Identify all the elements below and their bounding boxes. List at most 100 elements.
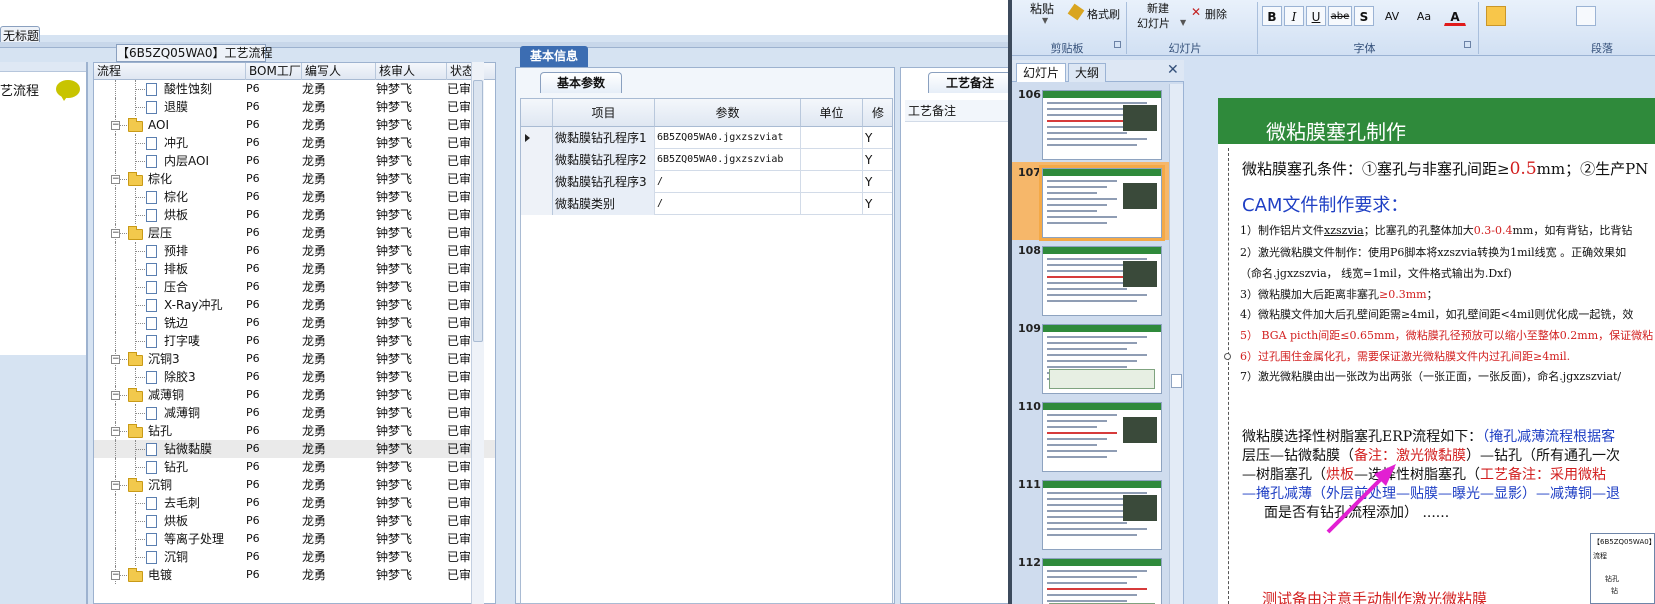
tree-node-label[interactable]: 去毛刺 [164,494,200,512]
expander-icon[interactable]: − [111,481,120,490]
param-cell[interactable]: 6B5ZQ05WA0.jgxzszviat [655,127,801,149]
format-painter-button[interactable]: 格式刷 [1087,6,1120,22]
tree-row[interactable]: X-Ray冲孔 P6 龙勇 钟梦飞 已审核 [94,296,495,314]
item-cell[interactable]: 微黏膜类别 [553,193,655,215]
modify-flag-cell[interactable]: Y [863,127,892,149]
tree-node-label[interactable]: 冲孔 [164,134,188,152]
column-header-item[interactable]: 项目 [553,99,655,127]
params-row[interactable]: 微黏膜钻孔程序3/ Y [521,171,892,193]
tree-vertical-scrollbar[interactable] [471,62,484,604]
delete-button[interactable]: 删除 [1205,6,1227,22]
tree-node-label[interactable]: 棕化 [164,188,188,206]
tree-node-label[interactable]: 沉铜3 [148,350,180,368]
justify-icon[interactable] [1554,6,1574,26]
tree-row[interactable]: 钻孔 P6 龙勇 钟梦飞 已审核 [94,458,495,476]
column-header-checker[interactable]: 核审人 [376,63,447,80]
tab-basic-info[interactable]: 基本信息 [520,46,588,67]
tree-row[interactable]: 去毛刺 P6 龙勇 钟梦飞 已审核 [94,494,495,512]
tree-row[interactable]: 沉铜 P6 龙勇 钟梦飞 已审核 [94,548,495,566]
tree-folder-row[interactable]: − 沉铜 P6 龙勇 钟梦飞 已审核 [94,476,495,494]
tree-node-label[interactable]: 沉铜 [148,476,172,494]
tree-row[interactable]: 棕化 P6 龙勇 钟梦飞 已审核 [94,188,495,206]
tree-row[interactable]: 排板 P6 龙勇 钟梦飞 已审核 [94,260,495,278]
tree-node-label[interactable]: 预排 [164,242,188,260]
unit-cell[interactable] [801,127,863,149]
params-row[interactable]: 微黏膜钻孔程序2 6B5ZQ05WA0.jgxzszviab Y [521,149,892,171]
item-cell[interactable]: 微黏膜钻孔程序1 [553,127,655,149]
process-tree-grid[interactable]: 流程 BOM工厂 编写人 核审人 状态 酸性蚀刻 P6 龙勇 钟梦飞 已审核 退膜 P6 龙勇… [93,62,496,604]
tree-row[interactable]: 除胶3 P6 龙勇 钟梦飞 已审核 [94,368,495,386]
columns-icon[interactable] [1602,6,1622,26]
expander-icon[interactable]: − [111,175,120,184]
tree-node-label[interactable]: 烘板 [164,512,188,530]
align-left-icon[interactable] [1486,6,1506,26]
expander-icon[interactable]: − [111,571,120,580]
column-header-flow[interactable]: 流程 [94,63,246,80]
row-header[interactable] [521,193,553,215]
modify-flag-cell[interactable]: Y [863,149,892,171]
tree-folder-row[interactable]: − 减薄铜 P6 龙勇 钟梦飞 已审核 [94,386,495,404]
tree-folder-row[interactable]: − 层压 P6 龙勇 钟梦飞 已审核 [94,224,495,242]
slide-thumbnail[interactable] [1042,90,1162,160]
tree-folder-row[interactable]: − 钻孔 P6 龙勇 钟梦飞 已审核 [94,422,495,440]
new-slide-label[interactable]: 幻灯片 [1137,15,1170,31]
tree-node-label[interactable]: 等离子处理 [164,530,224,548]
row-header[interactable] [521,149,553,171]
expander-icon[interactable]: − [111,121,120,130]
tree-node-label[interactable]: 酸性蚀刻 [164,80,212,98]
tree-node-label[interactable]: 钻孔 [148,422,172,440]
column-header-modify[interactable]: 修 [863,99,892,127]
slide-canvas[interactable]: 微粘膜塞孔制作 微粘膜塞孔条件：①塞孔与非塞孔间距≥0.5mm；②生产PN CA… [1218,98,1655,604]
expander-icon[interactable]: − [111,229,120,238]
italic-icon[interactable]: I [1284,6,1304,26]
column-header-param[interactable]: 参数 [655,99,801,127]
new-slide-dropdown-icon[interactable]: ▼ [1180,18,1186,27]
tree-row[interactable]: 钻微黏膜 P6 龙勇 钟梦飞 已审核 [94,440,495,458]
bold-icon[interactable]: B [1262,6,1282,26]
tree-node-label[interactable]: 铣边 [164,314,188,332]
row-header[interactable] [521,127,553,149]
font-launcher-icon[interactable] [1464,41,1471,48]
embedded-screenshot[interactable]: 【6B5ZQ05WA0】 流程 钻孔 钻 [1590,533,1655,604]
tree-row[interactable]: 预排 P6 龙勇 钟梦飞 已审核 [94,242,495,260]
slide-title[interactable]: 微粘膜塞孔制作 [1266,116,1406,145]
tree-row[interactable]: 内层AOI P6 龙勇 钟梦飞 已审核 [94,152,495,170]
tree-row[interactable]: 铣边 P6 龙勇 钟梦飞 已审核 [94,314,495,332]
tree-row[interactable]: 烘板 P6 龙勇 钟梦飞 已审核 [94,206,495,224]
tree-node-label[interactable]: X-Ray冲孔 [164,296,222,314]
underline-icon[interactable]: U [1306,6,1326,26]
tree-row[interactable]: 酸性蚀刻 P6 龙勇 钟梦飞 已审核 [94,80,495,98]
tree-row[interactable]: 冲孔 P6 龙勇 钟梦飞 已审核 [94,134,495,152]
format-painter-icon[interactable] [1067,3,1085,21]
tab-process-note[interactable]: 工艺备注 [928,72,1012,93]
expander-icon[interactable]: − [111,391,120,400]
tree-row[interactable]: 压合 P6 龙勇 钟梦飞 已审核 [94,278,495,296]
modify-flag-cell[interactable]: Y [863,193,892,215]
tree-node-label[interactable]: 排板 [164,260,188,278]
expander-icon[interactable]: − [111,355,120,364]
left-panel-label[interactable]: 艺流程 [0,80,39,99]
tree-row[interactable]: 退膜 P6 龙勇 钟梦飞 已审核 [94,98,495,116]
distribute-icon[interactable] [1576,6,1596,26]
slide-thumbnail[interactable] [1042,558,1162,604]
paste-dropdown-icon[interactable]: ▼ [1042,16,1048,25]
tree-row[interactable]: 减薄铜 P6 龙勇 钟梦飞 已审核 [94,404,495,422]
align-center-icon[interactable] [1510,6,1530,26]
slides-scroll-thumb[interactable] [1171,374,1182,388]
tree-node-label[interactable]: 压合 [164,278,188,296]
param-cell[interactable]: / [655,171,801,193]
tree-node-label[interactable]: AOI [148,116,169,134]
expander-icon[interactable]: − [111,427,120,436]
param-cell[interactable]: / [655,193,801,215]
tree-node-label[interactable]: 钻孔 [164,458,188,476]
tree-node-label[interactable]: 减薄铜 [148,386,184,404]
change-case-icon[interactable]: Aa [1410,6,1438,26]
align-right-icon[interactable] [1532,6,1552,26]
tree-node-label[interactable]: 钻微黏膜 [164,440,212,458]
character-spacing-icon[interactable]: AV [1378,6,1406,26]
tree-node-label[interactable]: 棕化 [148,170,172,188]
tree-node-label[interactable]: 减薄铜 [164,404,200,422]
column-header-bom[interactable]: BOM工厂 [246,63,302,80]
tree-node-label[interactable]: 退膜 [164,98,188,116]
tree-folder-row[interactable]: − 电镀 P6 龙勇 钟梦飞 已审核 [94,566,495,584]
